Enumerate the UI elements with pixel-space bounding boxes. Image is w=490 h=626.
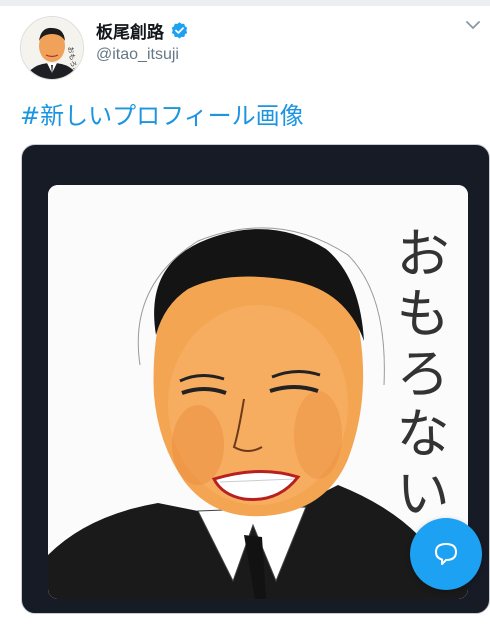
speech-bubble-icon	[435, 543, 457, 565]
author-handle[interactable]: @itao_itsuji	[96, 46, 179, 64]
avatar[interactable]: おもろない	[20, 16, 84, 80]
chevron-down-icon[interactable]	[466, 20, 480, 30]
handwritten-caption: おもろない	[387, 225, 450, 525]
top-divider	[0, 0, 490, 6]
compose-fab-button[interactable]	[410, 518, 482, 590]
avatar-portrait: おもろない	[21, 17, 83, 79]
display-name[interactable]: 板尾創路	[96, 18, 164, 43]
profile-drawing: おもろない	[48, 185, 468, 599]
tweet-hashtag-text[interactable]: #新しいプロフィール画像	[20, 96, 304, 131]
drawing-canvas: おもろない	[48, 185, 468, 599]
author-name-row: 板尾創路	[96, 18, 189, 43]
verified-badge-icon	[171, 22, 188, 39]
